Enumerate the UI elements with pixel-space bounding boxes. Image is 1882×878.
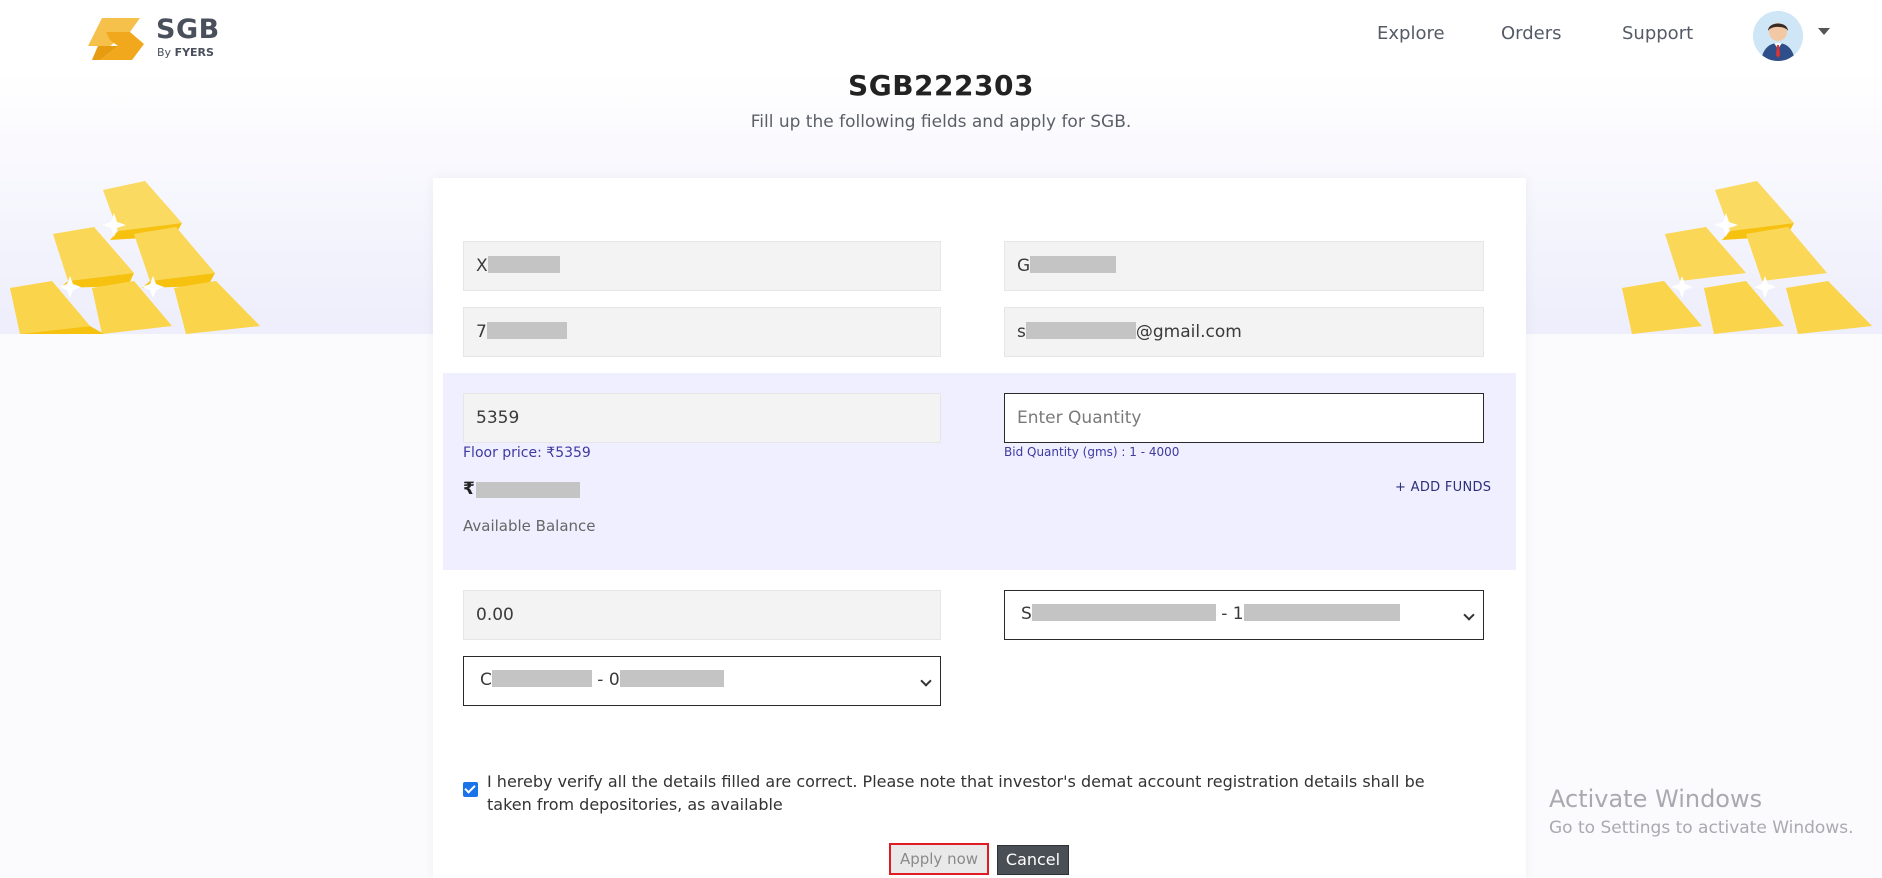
consent-text: I hereby verify all the details filled a… [487, 772, 1425, 814]
chevron-down-icon [920, 675, 932, 687]
nav-explore[interactable]: Explore [1377, 23, 1445, 44]
page-subtitle: Fill up the following fields and apply f… [750, 112, 1132, 132]
demat-account-select[interactable]: C - 0 [463, 656, 941, 706]
brand-name: SGB [156, 14, 220, 45]
redacted-mask [619, 670, 724, 687]
brand-by: By FYERS [157, 46, 214, 59]
brand-company: FYERS [174, 46, 214, 59]
redacted-mask [1031, 604, 1216, 621]
sgb-logo[interactable]: SGB By FYERS [88, 14, 228, 62]
rupee-icon: ₹ [463, 479, 475, 499]
gold-bars-icon [1622, 181, 1872, 334]
add-funds-link[interactable]: + ADD FUNDS [1395, 480, 1491, 495]
nav-support[interactable]: Support [1622, 23, 1693, 44]
chevron-down-icon [1463, 609, 1475, 621]
avatar-illustration [1753, 11, 1803, 61]
redacted-mask [1030, 256, 1117, 273]
last-name-field[interactable]: G [1004, 241, 1484, 291]
floor-price-hint: Floor price: ₹5359 [463, 445, 591, 461]
chevron-down-icon[interactable] [1818, 28, 1830, 35]
redacted-mask [486, 322, 567, 339]
phone-initial: 7 [476, 322, 487, 342]
user-avatar-icon[interactable] [1753, 11, 1803, 61]
available-balance-value [476, 482, 580, 498]
page-title: SGB222303 [848, 69, 1034, 102]
bank-account-select[interactable]: S - 1 [1004, 590, 1484, 640]
windows-activation-subtitle: Go to Settings to activate Windows. [1549, 818, 1854, 838]
apply-now-button[interactable]: Apply now [889, 843, 989, 875]
sgb-logo-icon [88, 18, 144, 60]
email-prefix: s [1017, 322, 1026, 342]
available-balance-label: Available Balance [463, 517, 596, 535]
first-name-field[interactable]: X [463, 241, 941, 291]
windows-activation-title: Activate Windows [1549, 785, 1763, 813]
price-field[interactable]: 5359 [463, 393, 941, 443]
first-name-initial: X [476, 256, 488, 276]
redacted-mask [491, 670, 592, 687]
bid-quantity-hint: Bid Quantity (gms) : 1 - 4000 [1004, 445, 1180, 459]
redacted-mask [1025, 322, 1136, 339]
redacted-mask [487, 256, 560, 273]
demat-separator: - 0 [597, 670, 620, 690]
cancel-button[interactable]: Cancel [997, 845, 1069, 875]
top-nav: SGB By FYERS Explore Orders Support [0, 0, 1882, 72]
gold-bars-icon [10, 181, 260, 334]
bank-separator: - 1 [1221, 604, 1244, 624]
email-suffix: @gmail.com [1135, 322, 1242, 342]
consent-checkbox[interactable] [463, 782, 478, 797]
bank-prefix: S [1021, 604, 1032, 624]
nav-orders[interactable]: Orders [1501, 23, 1562, 44]
last-name-initial: G [1017, 256, 1031, 276]
redacted-mask [1243, 604, 1400, 621]
phone-field[interactable]: 7 [463, 307, 941, 357]
total-amount-field[interactable]: 0.00 [463, 590, 941, 640]
quantity-input[interactable] [1004, 393, 1484, 443]
email-field[interactable]: s @gmail.com [1004, 307, 1484, 357]
demat-prefix: C [480, 670, 492, 690]
brand-by-word: By [157, 46, 172, 59]
